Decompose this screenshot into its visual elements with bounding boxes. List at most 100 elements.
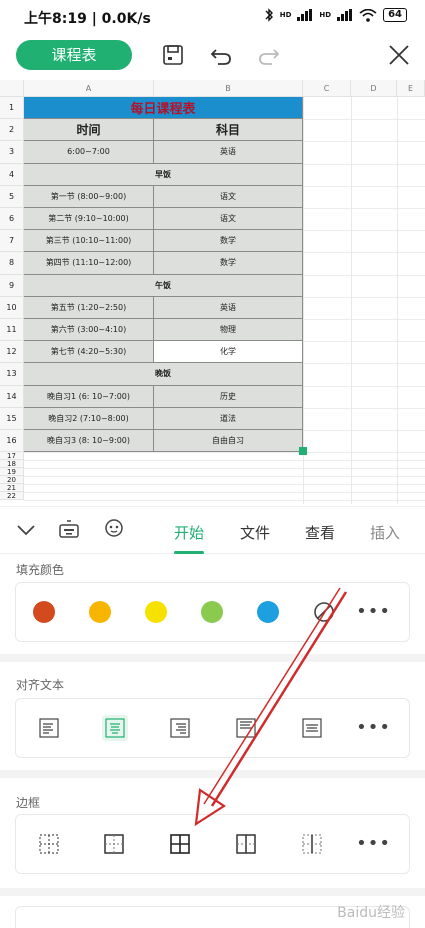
subject-cell[interactable]: 物理 <box>154 319 303 342</box>
tab-file[interactable]: 文件 <box>240 522 270 543</box>
status-icons: HD HD 64 <box>264 8 407 22</box>
time-cell[interactable]: 晚自习1 (6: 10~7:00) <box>24 385 154 408</box>
subject-cell[interactable]: 英语 <box>154 296 303 319</box>
row-header-9[interactable]: 9 <box>0 274 24 297</box>
outer-border-icon[interactable] <box>104 834 124 854</box>
row-header-5[interactable]: 5 <box>0 185 24 208</box>
time-cell[interactable]: 晚自习3 (8: 10~9:00) <box>24 430 154 453</box>
align-middle-icon[interactable] <box>302 718 322 738</box>
tab-start[interactable]: 开始 <box>174 522 204 543</box>
time-cell[interactable]: 第五节 (1:20~2:50) <box>24 296 154 319</box>
assistant-icon[interactable] <box>103 518 125 540</box>
row-header-6[interactable]: 6 <box>0 208 24 231</box>
row-header-3[interactable]: 3 <box>0 141 24 164</box>
row-header-10[interactable]: 10 <box>0 296 24 319</box>
color-swatch-yellow[interactable] <box>145 601 167 623</box>
border-more-button[interactable]: ••• <box>356 833 391 854</box>
time-cell[interactable]: 第六节 (3:00~4:10) <box>24 319 154 342</box>
border-card: ••• <box>15 814 410 874</box>
time-cell[interactable]: 第七节 (4:20~5:30) <box>24 341 154 364</box>
row-header-1[interactable]: 1 <box>0 97 24 120</box>
spreadsheet[interactable]: A B C D E 1 2 3 4 5 6 7 8 9 10 11 12 13 14 15 16 17 18 19 2… <box>0 80 425 504</box>
subject-cell[interactable]: 道法 <box>154 407 303 430</box>
time-cell[interactable]: 第一节 (8:00~9:00) <box>24 185 154 208</box>
row-header-20[interactable]: 20 <box>0 476 24 485</box>
row-header-22[interactable]: 22 <box>0 492 24 501</box>
document-title-button[interactable]: 课程表 <box>16 40 132 70</box>
meal-cell[interactable]: 午饭 <box>24 274 303 297</box>
fill-color-section: 填充颜色 ••• <box>0 554 425 654</box>
gridline-row <box>24 468 425 470</box>
redo-icon[interactable] <box>256 42 282 68</box>
subject-cell[interactable]: 化学 <box>154 341 303 364</box>
row-header-18[interactable]: 18 <box>0 460 24 469</box>
subject-cell[interactable]: 数学 <box>154 230 303 253</box>
column-header-d[interactable]: D <box>351 80 397 97</box>
color-swatch-blue[interactable] <box>257 601 279 623</box>
align-left-icon[interactable] <box>39 718 59 738</box>
table-title-cell[interactable]: 每日课程表 <box>24 97 303 120</box>
subject-cell[interactable]: 历史 <box>154 385 303 408</box>
row-header-12[interactable]: 12 <box>0 341 24 364</box>
tab-view[interactable]: 查看 <box>305 522 335 543</box>
color-swatch-orange[interactable] <box>89 601 111 623</box>
subject-cell[interactable]: 数学 <box>154 252 303 275</box>
corner-cell[interactable] <box>0 80 24 97</box>
row-header-19[interactable]: 19 <box>0 468 24 477</box>
column-header-c[interactable]: C <box>303 80 351 97</box>
color-swatch-red[interactable] <box>33 601 55 623</box>
time-cell[interactable]: 第三节 (10:10~11:00) <box>24 230 154 253</box>
time-cell[interactable]: 晚自习2 (7:10~8:00) <box>24 407 154 430</box>
wifi-icon <box>359 8 377 22</box>
close-icon[interactable] <box>386 42 412 68</box>
align-top-icon[interactable] <box>236 718 256 738</box>
align-center-icon[interactable] <box>102 715 128 741</box>
align-text-title: 对齐文本 <box>16 678 65 692</box>
subject-cell[interactable]: 自由自习 <box>154 430 303 453</box>
subject-cell[interactable]: 语文 <box>154 208 303 231</box>
column-header-a[interactable]: A <box>24 80 154 97</box>
time-cell[interactable]: 第二节 (9:10~10:00) <box>24 208 154 231</box>
row-header-17[interactable]: 17 <box>0 452 24 461</box>
column-header-e[interactable]: E <box>397 80 425 97</box>
meal-cell[interactable]: 晚饭 <box>24 363 303 386</box>
row-header-2[interactable]: 2 <box>0 119 24 142</box>
row-header-16[interactable]: 16 <box>0 430 24 453</box>
all-borders-icon[interactable] <box>170 834 190 854</box>
row-header-21[interactable]: 21 <box>0 484 24 493</box>
selection-handle[interactable] <box>299 447 307 455</box>
collapse-chevron-icon[interactable] <box>16 523 36 537</box>
fill-more-button[interactable]: ••• <box>356 601 391 622</box>
column-header-b[interactable]: B <box>154 80 303 97</box>
keyboard-icon[interactable] <box>58 519 80 541</box>
align-more-button[interactable]: ••• <box>356 717 391 738</box>
time-cell[interactable]: 第四节 (11:10~12:00) <box>24 252 154 275</box>
row-header-13[interactable]: 13 <box>0 363 24 386</box>
align-right-icon[interactable] <box>170 718 190 738</box>
row-header-14[interactable]: 14 <box>0 385 24 408</box>
header-cell-time[interactable]: 时间 <box>24 119 154 142</box>
top-toolbar: 课程表 <box>0 34 425 78</box>
subject-cell[interactable]: 语文 <box>154 185 303 208</box>
no-border-icon[interactable] <box>39 834 59 854</box>
row-header-8[interactable]: 8 <box>0 252 24 275</box>
row-header-11[interactable]: 11 <box>0 319 24 342</box>
meal-cell[interactable]: 早饭 <box>24 163 303 186</box>
subject-cell[interactable]: 英语 <box>154 141 303 164</box>
row-header-7[interactable]: 7 <box>0 230 24 253</box>
status-time: 上午8:19 | 0.0K/s <box>24 11 151 27</box>
header-cell-subject[interactable]: 科目 <box>154 119 303 142</box>
border-section: 边框 ••• <box>0 778 425 888</box>
time-cell[interactable]: 6:00~7:00 <box>24 141 154 164</box>
inner-vertical-border-icon[interactable] <box>236 834 256 854</box>
network-label-1: HD <box>279 11 292 19</box>
no-fill-icon[interactable] <box>313 601 335 623</box>
row-header-4[interactable]: 4 <box>0 163 24 186</box>
tab-insert[interactable]: 插入 <box>370 522 400 543</box>
status-bar: 上午8:19 | 0.0K/s HD HD 64 <box>0 0 425 34</box>
color-swatch-green[interactable] <box>201 601 223 623</box>
inner-horizontal-border-icon[interactable] <box>302 834 322 854</box>
save-icon[interactable] <box>160 42 186 68</box>
undo-icon[interactable] <box>208 42 234 68</box>
row-header-15[interactable]: 15 <box>0 407 24 430</box>
